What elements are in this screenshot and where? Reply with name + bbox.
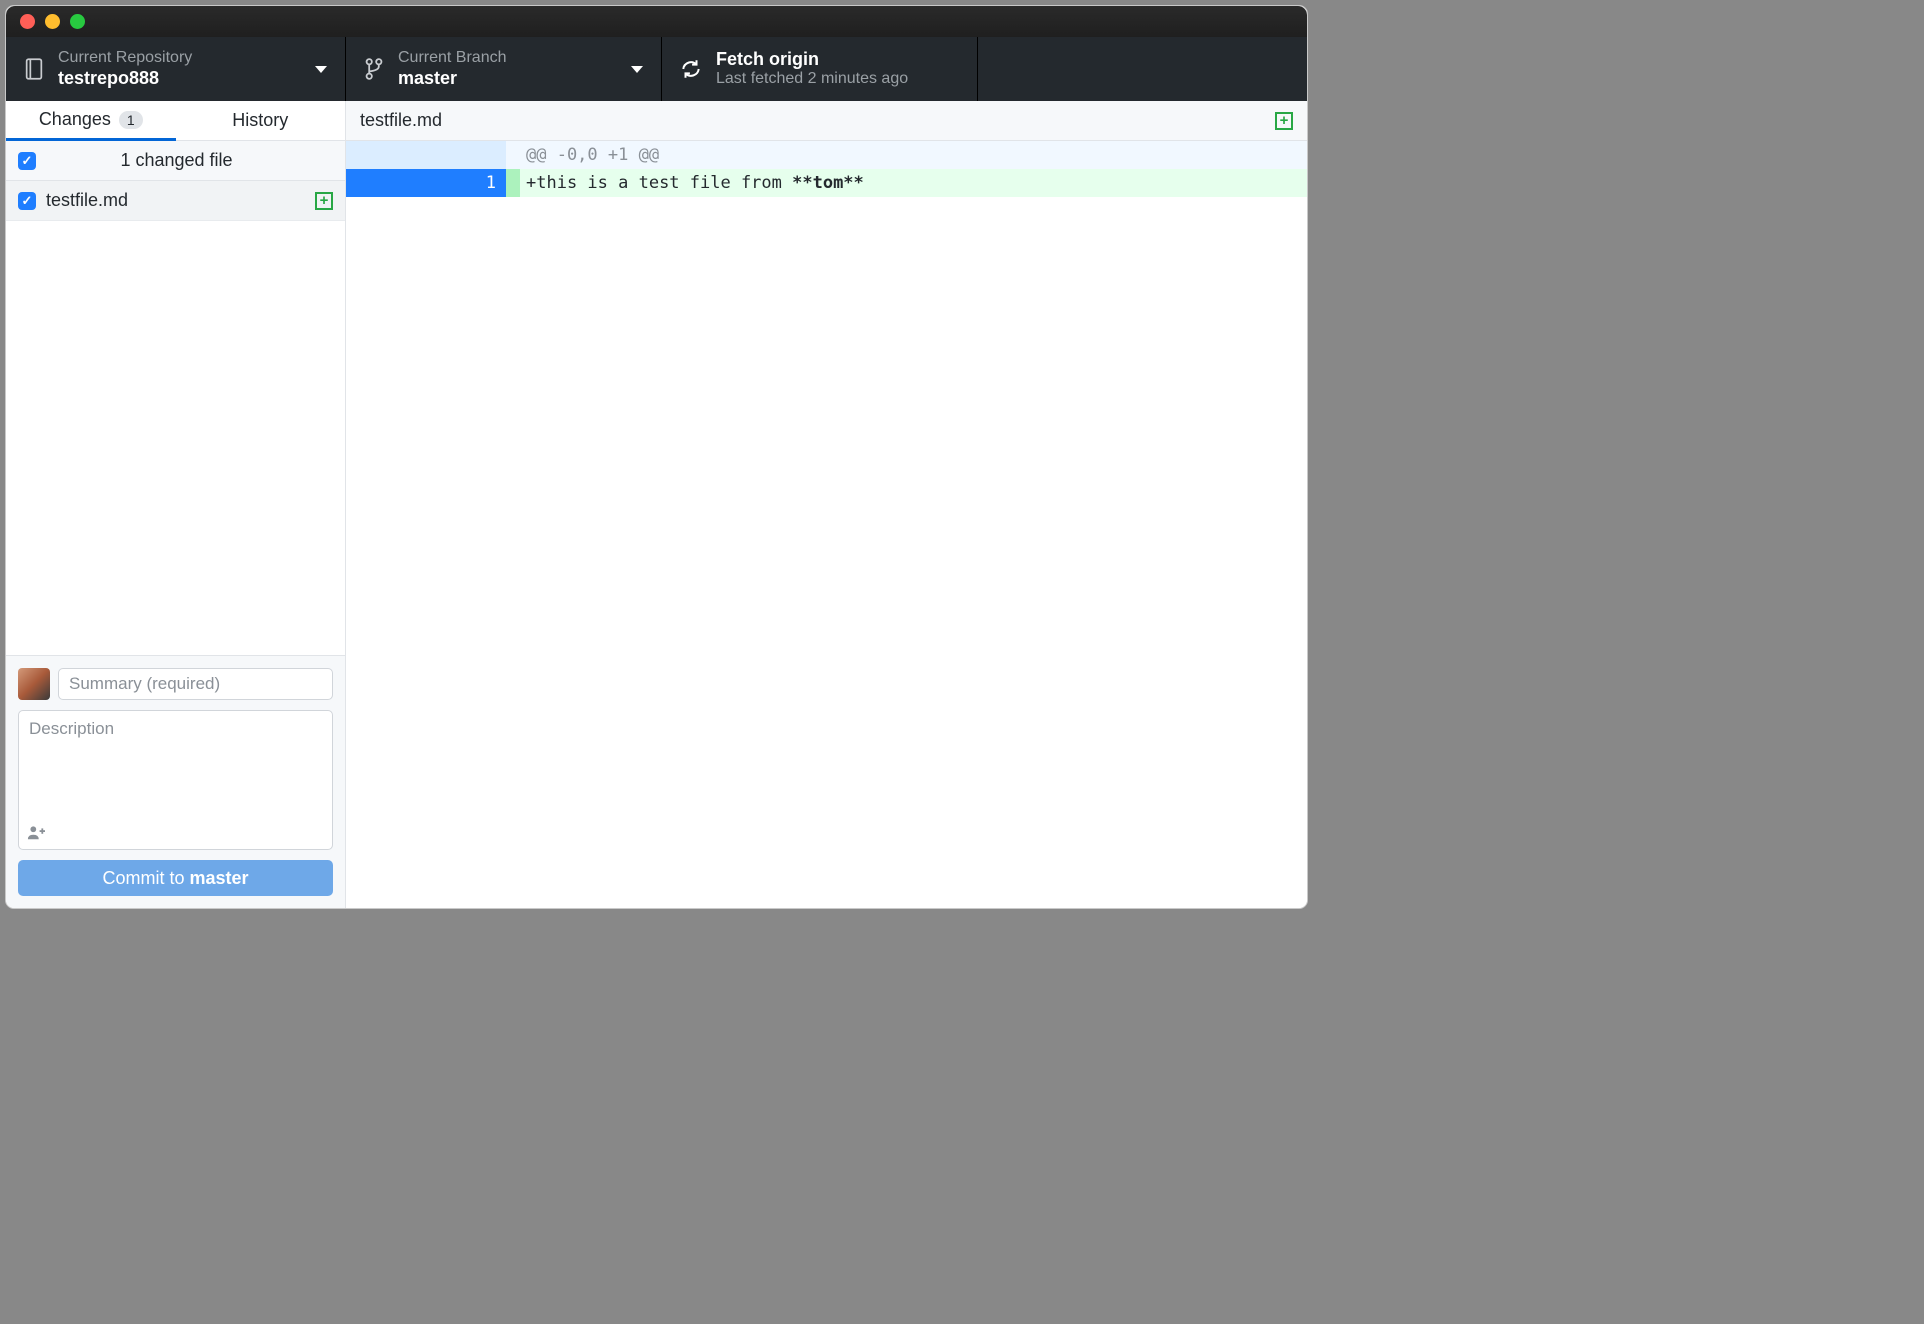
commit-button-prefix: Commit to [102, 868, 189, 888]
tab-changes-badge: 1 [119, 111, 143, 129]
body: Changes 1 History ✓ 1 changed file ✓ tes… [6, 101, 1307, 908]
diff-code: +this is a test file from **tom** [520, 169, 1307, 197]
branch-switcher[interactable]: Current Branch master [346, 37, 662, 101]
branch-icon [364, 57, 384, 81]
tab-changes-label: Changes [39, 109, 111, 130]
app-window: Current Repository testrepo888 Current B… [5, 5, 1308, 909]
repo-switcher-text: Current Repository testrepo888 [58, 49, 192, 88]
fetch-button[interactable]: Fetch origin Last fetched 2 minutes ago [662, 37, 978, 101]
commit-button-branch: master [189, 868, 248, 888]
diff-code: @@ -0,0 +1 @@ [520, 141, 1307, 169]
sidebar: Changes 1 History ✓ 1 changed file ✓ tes… [6, 101, 346, 908]
diff-gutter-new: 1 [426, 169, 506, 197]
branch-switcher-text: Current Branch master [398, 49, 507, 88]
window-close-button[interactable] [20, 14, 35, 29]
avatar [18, 668, 50, 700]
diff-gutter-new [426, 141, 506, 169]
file-list: ✓ testfile.md + [6, 181, 345, 655]
fetch-subtext: Last fetched 2 minutes ago [716, 70, 908, 88]
diff-panel: testfile.md + @@ -0,0 +1 @@ 1 +this is a t… [346, 101, 1307, 908]
chevron-down-icon [315, 66, 327, 73]
select-all-checkbox[interactable]: ✓ [18, 152, 36, 170]
commit-description-input[interactable] [19, 711, 332, 820]
top-toolbar: Current Repository testrepo888 Current B… [6, 37, 1307, 101]
diff-marker [506, 141, 520, 169]
diff-marker [506, 169, 520, 197]
file-row[interactable]: ✓ testfile.md + [6, 181, 345, 221]
repo-switcher-value: testrepo888 [58, 68, 192, 89]
repo-icon [24, 58, 44, 80]
fetch-text: Fetch origin Last fetched 2 minutes ago [716, 49, 908, 88]
sync-icon [680, 58, 702, 80]
changes-header-text: 1 changed file [46, 150, 333, 171]
repo-switcher-label: Current Repository [58, 49, 192, 67]
commit-description-box [18, 710, 333, 850]
repo-switcher[interactable]: Current Repository testrepo888 [6, 37, 346, 101]
add-coauthor-icon[interactable] [19, 820, 332, 849]
file-checkbox[interactable]: ✓ [18, 192, 36, 210]
branch-switcher-value: master [398, 68, 507, 89]
diff-gutter-old [346, 169, 426, 197]
window-maximize-button[interactable] [70, 14, 85, 29]
file-name: testfile.md [46, 190, 128, 211]
diff-gutter-old [346, 141, 426, 169]
window-titlebar [6, 6, 1307, 37]
diff-body: @@ -0,0 +1 @@ 1 +this is a test file from … [346, 141, 1307, 908]
diff-line-row[interactable]: 1 +this is a test file from **tom** [346, 169, 1307, 197]
commit-button[interactable]: Commit to master [18, 860, 333, 896]
fetch-label: Fetch origin [716, 49, 908, 70]
tab-history-label: History [232, 110, 288, 131]
branch-switcher-label: Current Branch [398, 49, 507, 67]
sidebar-tabs: Changes 1 History [6, 101, 345, 141]
diff-file-status-added-icon: + [1275, 112, 1293, 130]
diff-filename: testfile.md [360, 110, 442, 131]
commit-form: Commit to master [6, 655, 345, 908]
changes-header: ✓ 1 changed file [6, 141, 345, 181]
file-status-added-icon: + [315, 192, 333, 210]
commit-summary-input[interactable] [58, 668, 333, 700]
window-minimize-button[interactable] [45, 14, 60, 29]
chevron-down-icon [631, 66, 643, 73]
tab-changes[interactable]: Changes 1 [6, 101, 176, 141]
tab-history[interactable]: History [176, 101, 346, 141]
diff-header: testfile.md + [346, 101, 1307, 141]
diff-hunk-row[interactable]: @@ -0,0 +1 @@ [346, 141, 1307, 169]
